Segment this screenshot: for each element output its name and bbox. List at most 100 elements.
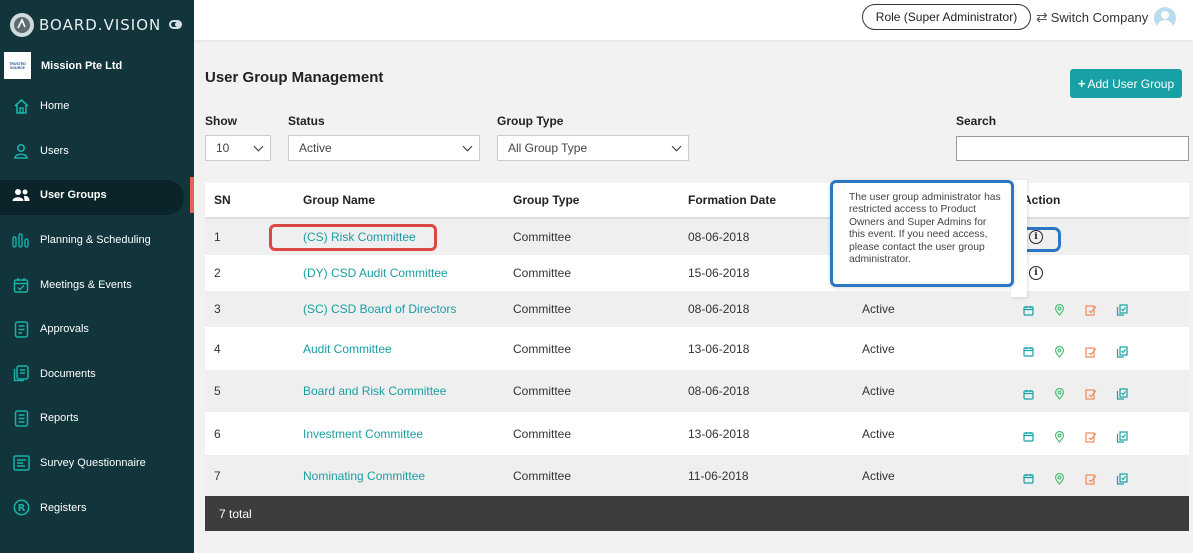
sidebar-item-registers[interactable]: R Registers (0, 485, 194, 530)
edit-icon (1085, 347, 1097, 358)
show-select[interactable]: 10 (205, 135, 271, 161)
row-sn: 4 (214, 341, 221, 356)
row-formation-date: 13-06-2018 (688, 426, 750, 441)
documents-button[interactable] (1116, 472, 1147, 486)
sidebar-item-label: Users (40, 144, 69, 157)
avatar[interactable] (1154, 7, 1176, 29)
sidebar-item-documents[interactable]: Documents (0, 352, 194, 397)
calendar-button[interactable] (1023, 303, 1054, 317)
row-status: Active (862, 341, 895, 356)
edit-icon (1085, 474, 1097, 485)
group-name-link[interactable]: Board and Risk Committee (303, 384, 446, 398)
sidebar-item-home[interactable]: Home (0, 84, 194, 129)
sidebar-item-user-groups[interactable]: User Groups (0, 173, 194, 218)
group-type-label: Group Type (497, 114, 564, 128)
row-group-type: Committee (513, 384, 572, 398)
chevron-down-icon (253, 141, 264, 152)
row-sn: 7 (214, 468, 221, 483)
switch-company-button[interactable]: ⇄ Switch Company (1036, 9, 1148, 26)
row-formation-date: 11-06-2018 (688, 468, 749, 483)
plus-icon: + (1077, 76, 1086, 91)
location-pin-icon (1054, 430, 1065, 443)
info-button[interactable]: i (1029, 266, 1043, 280)
sidebar-item-survey-questionnaire[interactable]: Survey Questionnaire (0, 441, 194, 486)
location-pin-icon (1054, 388, 1065, 401)
location-button[interactable] (1054, 303, 1085, 317)
group-name-link[interactable]: Audit Committee (303, 342, 392, 356)
calendar-button[interactable] (1023, 472, 1054, 486)
calendar-button[interactable] (1023, 387, 1054, 401)
sidebar-item-users[interactable]: Users (0, 129, 194, 174)
status-label: Status (288, 114, 325, 128)
status-select[interactable]: Active (288, 135, 480, 161)
company-logo: TRUSTED SOURCE (4, 52, 31, 79)
sidebar-item-label: Registers (40, 501, 87, 514)
home-icon (12, 97, 30, 115)
row-sn: 1 (214, 230, 221, 244)
role-button[interactable]: Role (Super Administrator) (862, 4, 1031, 30)
row-actions (1023, 430, 1147, 444)
header-group-type[interactable]: Group Type (513, 193, 579, 207)
header-sn[interactable]: SN (214, 193, 231, 207)
edit-button[interactable] (1085, 345, 1116, 359)
chevron-down-icon (671, 141, 682, 152)
copy-document-icon (1116, 473, 1128, 485)
sidebar-item-label: User Groups (40, 189, 107, 202)
sidebar-toggle-icon[interactable] (169, 20, 182, 29)
calendar-icon (1023, 389, 1034, 400)
group-name-link[interactable]: (SC) CSD Board of Directors (303, 302, 456, 316)
calendar-check-icon (12, 276, 30, 294)
sidebar-item-reports[interactable]: Reports (0, 396, 194, 441)
edit-icon (1085, 389, 1097, 400)
sidebar-item-label: Home (40, 100, 70, 113)
location-button[interactable] (1054, 430, 1085, 444)
edit-button[interactable] (1085, 472, 1116, 486)
documents-button[interactable] (1116, 345, 1147, 359)
show-value: 10 (216, 141, 230, 155)
row-group-type: Committee (513, 302, 572, 316)
search-input[interactable] (956, 136, 1189, 161)
sidebar-item-meetings-events[interactable]: Meetings & Events (0, 262, 194, 307)
group-type-value: All Group Type (508, 141, 588, 155)
bar-chart-icon (12, 231, 30, 249)
header-action: Action (1023, 193, 1061, 207)
row-formation-date: 08-06-2018 (688, 302, 750, 316)
sidebar-item-approvals[interactable]: Approvals (0, 307, 194, 352)
edit-button[interactable] (1085, 303, 1116, 317)
documents-button[interactable] (1116, 430, 1147, 444)
sidebar-item-planning-scheduling[interactable]: Planning & Scheduling (0, 218, 194, 263)
calendar-icon (1023, 432, 1034, 443)
company-switcher[interactable]: TRUSTED SOURCE Mission Pte Ltd (4, 52, 122, 79)
location-button[interactable] (1054, 387, 1085, 401)
documents-button[interactable] (1116, 303, 1147, 317)
copy-document-icon (1116, 388, 1128, 400)
documents-button[interactable] (1116, 387, 1147, 401)
brand-name: BOARD.VISION (39, 16, 162, 34)
location-pin-icon (1054, 472, 1065, 485)
location-button[interactable] (1054, 472, 1085, 486)
group-name-link[interactable]: Investment Committee (303, 427, 423, 441)
top-bar: Role (Super Administrator) ⇄ Switch Comp… (194, 0, 1193, 40)
row-status: Active (862, 468, 895, 483)
row-sn: 6 (214, 426, 221, 441)
restricted-access-tooltip: The user group administrator has restric… (830, 180, 1014, 287)
edit-button[interactable] (1085, 430, 1116, 444)
calendar-button[interactable] (1023, 430, 1054, 444)
group-name-link[interactable]: (DY) CSD Audit Committee (303, 266, 448, 280)
add-user-group-button[interactable]: + Add User Group (1070, 69, 1182, 98)
row-formation-date: 08-06-2018 (688, 230, 750, 244)
chevron-down-icon (462, 141, 473, 152)
brand[interactable]: BOARD.VISION (0, 0, 194, 50)
group-type-select[interactable]: All Group Type (497, 135, 689, 161)
location-button[interactable] (1054, 345, 1085, 359)
calendar-button[interactable] (1023, 345, 1054, 359)
header-group-name[interactable]: Group Name (303, 193, 375, 207)
header-formation-date[interactable]: Formation Date (688, 193, 776, 207)
users-icon (12, 186, 30, 204)
group-name-link[interactable]: Nominating Committee (303, 469, 425, 483)
row-actions (1023, 387, 1147, 401)
table-row: 4 Audit Committee Committee 13-06-2018 A… (205, 327, 1189, 370)
edit-button[interactable] (1085, 387, 1116, 401)
documents-icon (12, 365, 30, 383)
table-row: 6 Investment Committee Committee 13-06-2… (205, 412, 1189, 455)
